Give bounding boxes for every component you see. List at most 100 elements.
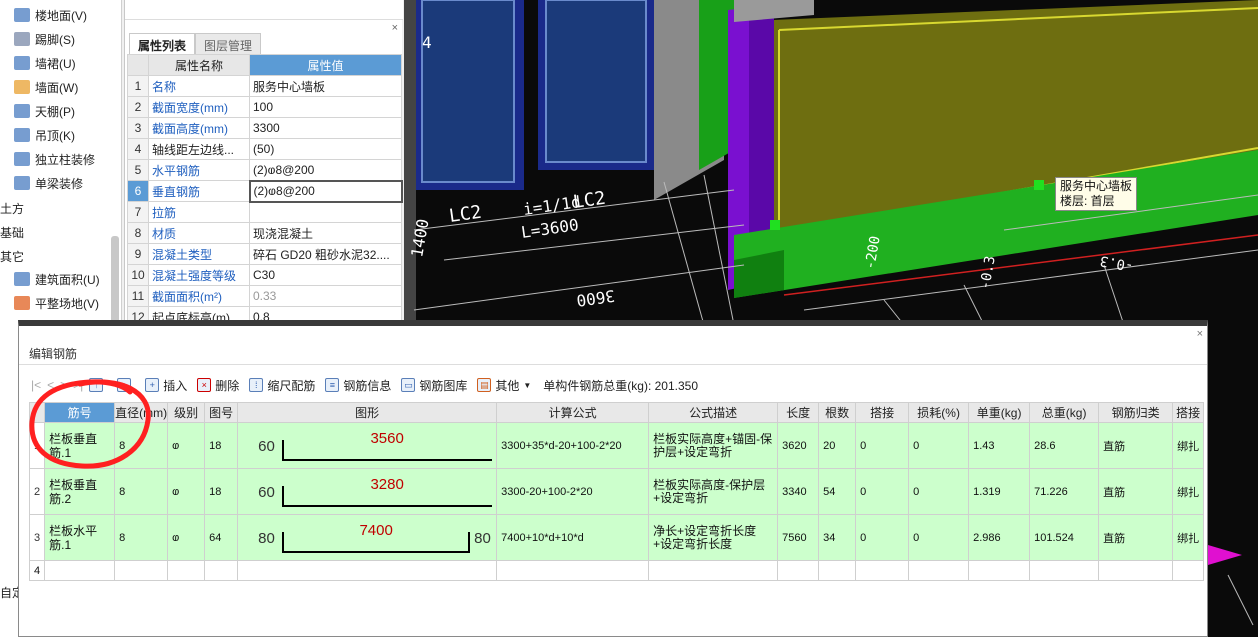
- cell-lap[interactable]: 0: [855, 514, 910, 561]
- cell-fig[interactable]: 18: [204, 468, 239, 515]
- delete-button[interactable]: × 删除: [197, 377, 239, 394]
- empty-cell[interactable]: [1172, 560, 1205, 581]
- empty-cell[interactable]: [114, 560, 169, 581]
- cell-laptype[interactable]: 绑扎: [1172, 422, 1205, 469]
- column-header[interactable]: 级别: [167, 402, 206, 423]
- property-row[interactable]: 11 截面面积(m²) 0.33: [127, 285, 402, 307]
- cell-desc[interactable]: 栏板实际高度+锚固-保护层+设定弯折: [648, 422, 779, 469]
- property-row[interactable]: 1 名称 服务中心墙板: [127, 75, 402, 97]
- empty-cell[interactable]: [204, 560, 239, 581]
- cell-loss[interactable]: 0: [908, 422, 970, 469]
- property-row[interactable]: 5 水平钢筋 (2)ⱷ8@200: [127, 159, 402, 181]
- cell-lap[interactable]: 0: [855, 422, 910, 469]
- rebar-shape-cell[interactable]: 60 3560: [237, 422, 498, 469]
- move-down-button[interactable]: ↓: [117, 378, 135, 392]
- close-icon[interactable]: ×: [1197, 328, 1203, 340]
- empty-cell[interactable]: [968, 560, 1031, 581]
- column-header[interactable]: 总重(kg): [1029, 402, 1100, 423]
- empty-cell[interactable]: [818, 560, 857, 581]
- nav-section-0[interactable]: 土方: [0, 200, 24, 217]
- table-row[interactable]: 3 栏板水平筋.1 8 ⱷ 64 80 7400 80 7400+10*d+10*d 净长+设定弯…: [28, 514, 1205, 561]
- close-icon[interactable]: ×: [392, 22, 398, 34]
- cell-cat[interactable]: 直筋: [1098, 514, 1174, 561]
- cell-cat[interactable]: 直筋: [1098, 422, 1174, 469]
- cell-unit[interactable]: 2.986: [968, 514, 1031, 561]
- table-row[interactable]: 2 栏板垂直筋.2 8 ⱷ 18 60 3280 3300-20+100-2*20 栏板实际高度…: [28, 468, 1205, 515]
- column-header[interactable]: 钢筋归类: [1098, 402, 1174, 423]
- column-header[interactable]: 公式描述: [648, 402, 779, 423]
- cell-formula[interactable]: 3300-20+100-2*20: [496, 468, 650, 515]
- cell-name[interactable]: 栏板水平筋.1: [44, 514, 116, 561]
- property-value[interactable]: 碎石 GD20 粗砂水泥32....: [249, 243, 402, 265]
- property-value[interactable]: C30: [249, 264, 402, 286]
- column-header[interactable]: 直径(mm): [114, 402, 169, 423]
- cell-laptype[interactable]: 绑扎: [1172, 468, 1205, 515]
- nav-item-0[interactable]: 楼地面(V): [0, 4, 120, 26]
- rebar-info-button[interactable]: ≡ 钢筋信息: [325, 377, 391, 394]
- property-row[interactable]: 4 轴线距左边线... (50): [127, 138, 402, 160]
- prev-record-button[interactable]: <: [47, 378, 54, 392]
- cell-desc[interactable]: 栏板实际高度-保护层+设定弯折: [648, 468, 779, 515]
- cell-count[interactable]: 54: [818, 468, 857, 515]
- property-value[interactable]: (2)ⱷ8@200: [249, 159, 402, 181]
- cell-formula[interactable]: 7400+10*d+10*d: [496, 514, 650, 561]
- empty-cell[interactable]: [237, 560, 498, 581]
- column-header[interactable]: 搭接: [1172, 402, 1205, 423]
- cell-fig[interactable]: 64: [204, 514, 239, 561]
- tab-property-list[interactable]: 属性列表: [129, 33, 196, 54]
- insert-button[interactable]: + 插入: [145, 377, 187, 394]
- empty-cell[interactable]: [1029, 560, 1100, 581]
- cell-grade[interactable]: ⱷ: [167, 422, 206, 469]
- cell-formula[interactable]: 3300+35*d-20+100-2*20: [496, 422, 650, 469]
- property-value[interactable]: (2)ⱷ8@200: [248, 179, 403, 203]
- property-row[interactable]: 8 材质 现浇混凝土: [127, 222, 402, 244]
- cell-cat[interactable]: 直筋: [1098, 468, 1174, 515]
- grip-point-1[interactable]: [770, 220, 780, 230]
- column-header[interactable]: 筋号: [44, 402, 116, 423]
- nav-section-2[interactable]: 其它: [0, 248, 24, 265]
- property-row[interactable]: 6 垂直钢筋 (2)ⱷ8@200: [127, 179, 403, 203]
- property-row[interactable]: 2 截面宽度(mm) 100: [127, 96, 402, 118]
- property-value[interactable]: 3300: [249, 117, 402, 139]
- tab-layer-management[interactable]: 图层管理: [195, 33, 262, 54]
- cell-name[interactable]: 栏板垂直筋.2: [44, 468, 116, 515]
- property-value[interactable]: 服务中心墙板: [249, 75, 402, 97]
- column-header[interactable]: 计算公式: [496, 402, 650, 423]
- property-value[interactable]: 现浇混凝土: [249, 222, 402, 244]
- cell-len[interactable]: 3340: [777, 468, 820, 515]
- property-value[interactable]: [249, 201, 402, 223]
- cell-total[interactable]: 71.226: [1029, 468, 1100, 515]
- column-header[interactable]: 图号: [204, 402, 239, 423]
- cell-grade[interactable]: ⱷ: [167, 468, 206, 515]
- nav-other-item-0[interactable]: 建筑面积(U): [0, 268, 120, 290]
- cell-total[interactable]: 101.524: [1029, 514, 1100, 561]
- nav-item-3[interactable]: 墙面(W): [0, 76, 120, 98]
- nav-other-item-1[interactable]: 平整场地(V): [0, 292, 120, 314]
- table-row-empty[interactable]: 4: [28, 560, 1205, 581]
- other-dropdown[interactable]: ▤ 其他 ▼: [477, 377, 531, 394]
- nav-item-2[interactable]: 墙裙(U): [0, 52, 120, 74]
- empty-cell[interactable]: [855, 560, 910, 581]
- cell-name[interactable]: 栏板垂直筋.1: [44, 422, 116, 469]
- empty-cell[interactable]: [908, 560, 970, 581]
- cell-loss[interactable]: 0: [908, 514, 970, 561]
- empty-cell[interactable]: [1098, 560, 1174, 581]
- property-value[interactable]: 100: [249, 96, 402, 118]
- property-row[interactable]: 9 混凝土类型 碎石 GD20 粗砂水泥32....: [127, 243, 402, 265]
- empty-cell[interactable]: [167, 560, 206, 581]
- rebar-shape-cell[interactable]: 60 3280: [237, 468, 498, 515]
- nav-item-1[interactable]: 踢脚(S): [0, 28, 120, 50]
- cell-fig[interactable]: 18: [204, 422, 239, 469]
- model-viewport[interactable]: 4 LC2 LC2 i=1/1d L=3600 1400 3600 -200 -…: [404, 0, 1258, 325]
- grip-point-2[interactable]: [1034, 180, 1044, 190]
- property-value[interactable]: (50): [249, 138, 402, 160]
- nav-item-4[interactable]: 天棚(P): [0, 100, 120, 122]
- nav-section-1[interactable]: 基础: [0, 224, 24, 241]
- empty-cell[interactable]: [44, 560, 116, 581]
- rebar-library-button[interactable]: ▭ 钢筋图库: [401, 377, 467, 394]
- cell-laptype[interactable]: 绑扎: [1172, 514, 1205, 561]
- cell-len[interactable]: 7560: [777, 514, 820, 561]
- cell-count[interactable]: 20: [818, 422, 857, 469]
- table-row[interactable]: 1 栏板垂直筋.1 8 ⱷ 18 60 3560 3300+35*d-20+100-2*20 栏…: [28, 422, 1205, 469]
- cell-grade[interactable]: ⱷ: [167, 514, 206, 561]
